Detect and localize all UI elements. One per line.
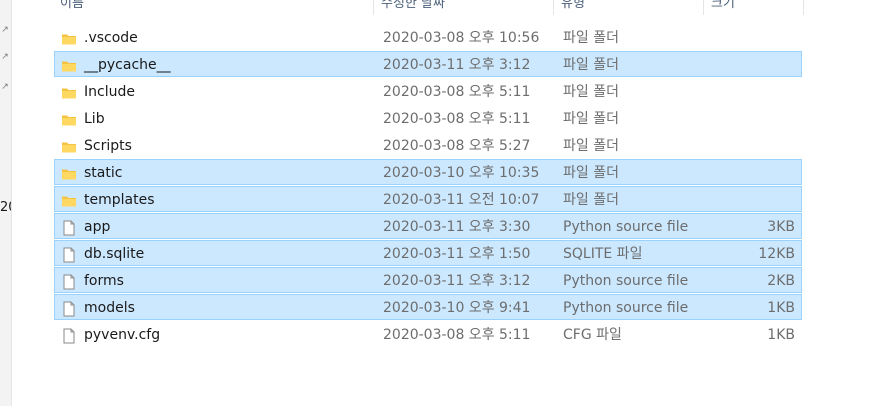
folder-icon xyxy=(61,192,77,208)
nav-item-fragment: 20 xyxy=(0,200,11,215)
file-date: 2020-03-10 오후 9:41 xyxy=(383,300,531,316)
file-date: 2020-03-08 오후 5:11 xyxy=(383,111,531,127)
folder-icon xyxy=(61,30,77,46)
file-type: 파일 폴더 xyxy=(563,165,619,181)
file-type: Python source file xyxy=(563,219,689,235)
file-name: db.sqlite xyxy=(84,246,145,262)
pane-divider[interactable] xyxy=(11,0,33,406)
file-name: __pycache__ xyxy=(84,57,171,73)
folder-icon xyxy=(61,57,77,73)
file-size: 2KB xyxy=(767,273,795,289)
file-size: 12KB xyxy=(758,246,795,262)
file-type: 파일 폴더 xyxy=(563,138,619,154)
column-header-size[interactable]: 크기 xyxy=(711,0,805,15)
file-row[interactable]: app 2020-03-11 오후 3:30 Python source file 3… xyxy=(54,213,802,239)
file-type: Python source file xyxy=(563,300,689,316)
file-type: 파일 폴더 xyxy=(563,57,619,73)
pin-icon: ↗ xyxy=(1,52,9,62)
file-name: Include xyxy=(84,84,135,100)
file-type: 파일 폴더 xyxy=(563,192,619,208)
column-header-date[interactable]: 수정한 날짜 xyxy=(381,0,553,15)
file-row[interactable]: Lib 2020-03-08 오후 5:11 파일 폴더 xyxy=(54,105,802,131)
file-row[interactable]: forms 2020-03-11 오후 3:12 Python source fil… xyxy=(54,267,802,293)
file-list: .vscode 2020-03-08 오후 10:56 파일 폴더 __pycache… xyxy=(54,24,802,348)
file-size: 3KB xyxy=(767,219,795,235)
column-separator[interactable] xyxy=(553,0,554,15)
file-date: 2020-03-08 오후 5:27 xyxy=(383,138,531,154)
pin-icon: ↗ xyxy=(1,82,9,92)
file-row[interactable]: .vscode 2020-03-08 오후 10:56 파일 폴더 xyxy=(54,24,802,50)
file-date: 2020-03-11 오후 3:12 xyxy=(383,57,531,73)
file-icon xyxy=(61,300,77,317)
file-row[interactable]: Include 2020-03-08 오후 5:11 파일 폴더 xyxy=(54,78,802,104)
column-separator[interactable] xyxy=(703,0,704,15)
file-name: Scripts xyxy=(84,138,132,154)
column-header-type[interactable]: 유형 xyxy=(561,0,701,15)
file-icon xyxy=(61,273,77,290)
file-name: static xyxy=(84,165,123,181)
file-row[interactable]: templates 2020-03-11 오전 10:07 파일 폴더 xyxy=(54,186,802,212)
pin-icon: ↗ xyxy=(1,25,9,35)
column-header-name[interactable]: 이름 xyxy=(60,0,370,15)
file-type: 파일 폴더 xyxy=(563,84,619,100)
file-row[interactable]: models 2020-03-10 오후 9:41 Python source fi… xyxy=(54,294,802,320)
file-name: pyvenv.cfg xyxy=(84,327,161,343)
file-name: models xyxy=(84,300,135,316)
folder-icon xyxy=(61,165,77,181)
file-type: SQLITE 파일 xyxy=(563,246,643,262)
file-name: app xyxy=(84,219,111,235)
file-icon xyxy=(61,219,77,236)
file-size: 1KB xyxy=(767,300,795,316)
file-date: 2020-03-11 오후 3:30 xyxy=(383,219,531,235)
file-row[interactable]: Scripts 2020-03-08 오후 5:27 파일 폴더 xyxy=(54,132,802,158)
file-date: 2020-03-11 오전 10:07 xyxy=(383,192,540,208)
file-type: Python source file xyxy=(563,273,689,289)
file-row[interactable]: static 2020-03-10 오후 10:35 파일 폴더 xyxy=(54,159,802,185)
column-separator[interactable] xyxy=(803,0,804,15)
file-date: 2020-03-10 오후 10:35 xyxy=(383,165,540,181)
file-row[interactable]: pyvenv.cfg 2020-03-08 오후 5:11 CFG 파일 1KB xyxy=(54,321,802,347)
folder-icon xyxy=(61,138,77,154)
navigation-pane: ↗ ↗ ↗ 20 xyxy=(0,0,11,406)
file-icon xyxy=(61,246,77,263)
column-separator[interactable] xyxy=(373,0,374,15)
file-type: CFG 파일 xyxy=(563,327,622,343)
file-date: 2020-03-11 오후 1:50 xyxy=(383,246,531,262)
folder-icon xyxy=(61,84,77,100)
file-row[interactable]: __pycache__ 2020-03-11 오후 3:12 파일 폴더 xyxy=(54,51,802,77)
file-name: templates xyxy=(84,192,155,208)
file-row[interactable]: db.sqlite 2020-03-11 오후 1:50 SQLITE 파일 12KB xyxy=(54,240,802,266)
file-name: .vscode xyxy=(84,30,138,46)
file-size: 1KB xyxy=(767,327,795,343)
file-date: 2020-03-08 오후 10:56 xyxy=(383,30,540,46)
folder-icon xyxy=(61,111,77,127)
file-type: 파일 폴더 xyxy=(563,30,619,46)
file-type: 파일 폴더 xyxy=(563,111,619,127)
file-icon xyxy=(61,327,77,344)
file-date: 2020-03-08 오후 5:11 xyxy=(383,327,531,343)
file-date: 2020-03-11 오후 3:12 xyxy=(383,273,531,289)
file-name: Lib xyxy=(84,111,105,127)
file-date: 2020-03-08 오후 5:11 xyxy=(383,84,531,100)
column-header: 이름 수정한 날짜 유형 크기 xyxy=(55,0,805,15)
file-name: forms xyxy=(84,273,124,289)
